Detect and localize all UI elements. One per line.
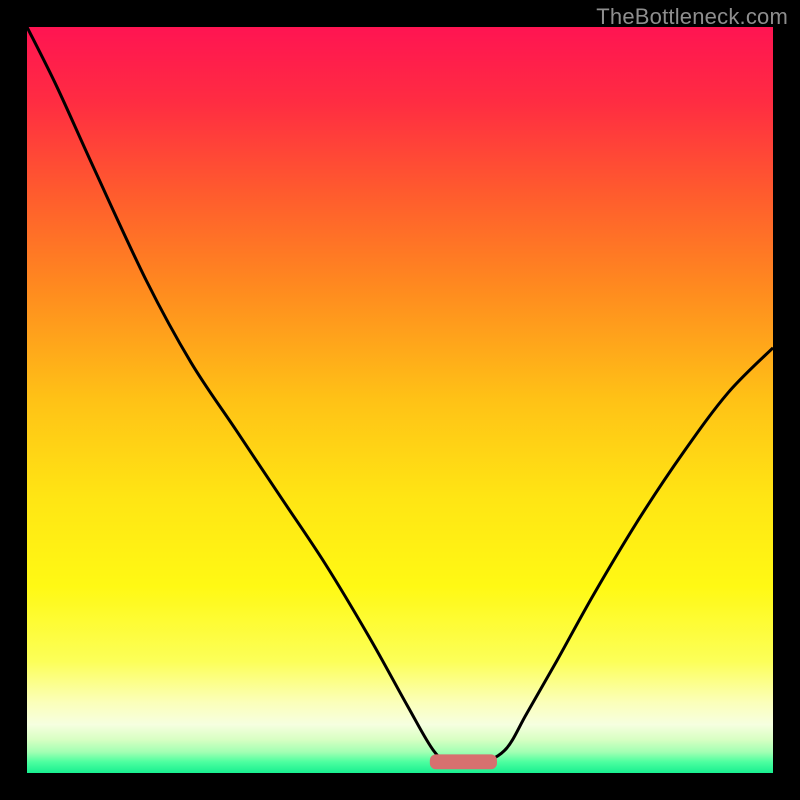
bottleneck-chart xyxy=(27,27,773,773)
chart-frame: TheBottleneck.com xyxy=(0,0,800,800)
optimal-range-marker xyxy=(430,754,497,769)
gradient-background xyxy=(27,27,773,773)
plot-area xyxy=(27,27,773,773)
